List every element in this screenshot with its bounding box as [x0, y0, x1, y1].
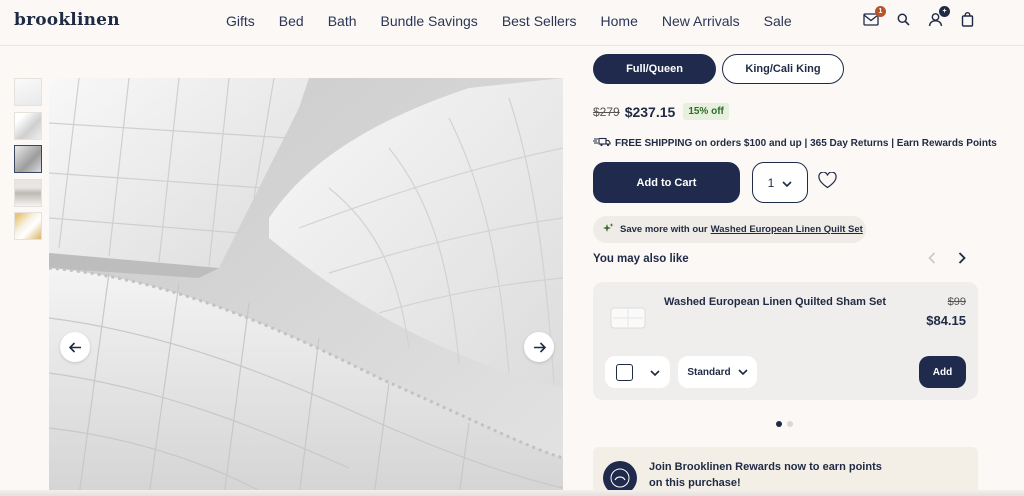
rewards-text[interactable]: Join Brooklinen Rewards now to earn poin… [649, 459, 889, 491]
carousel-dot[interactable] [787, 421, 793, 427]
sparkle-icon [603, 222, 614, 237]
nav-item-bath[interactable]: Bath [328, 13, 357, 29]
nav-item-new-arrivals[interactable]: New Arrivals [662, 13, 740, 29]
header-icons: 1 + [862, 6, 976, 28]
gallery-thumbnail[interactable] [14, 111, 42, 140]
gallery-thumbnail[interactable] [14, 212, 42, 240]
upsell-banner: Save more with our Washed European Linen… [593, 216, 866, 243]
rewards-banner: Join Brooklinen Rewards now to earn poin… [593, 447, 978, 496]
upsell-text: Save more with our [620, 224, 708, 235]
carousel-dots [776, 421, 793, 427]
nav-item-bed[interactable]: Bed [279, 13, 304, 29]
gallery-prev-button[interactable] [60, 332, 90, 362]
arrow-left-icon [68, 341, 82, 353]
carousel-next-button[interactable] [958, 251, 966, 269]
gallery-thumbnail[interactable] [14, 178, 42, 207]
recommendation-size-value: Standard [687, 366, 731, 378]
chevron-left-icon [928, 251, 936, 268]
add-to-cart-button[interactable]: Add to Cart [593, 162, 740, 203]
shipping-info: FREE SHIPPING on orders $100 and up | 36… [593, 137, 997, 150]
truck-icon [593, 137, 611, 150]
chevron-right-icon [958, 251, 966, 268]
recommendation-original-price: $99 [947, 296, 966, 308]
main-nav: Gifts Bed Bath Bundle Savings Best Selle… [226, 13, 816, 29]
mail-badge: 1 [875, 6, 886, 17]
site-header: brooklinen Gifts Bed Bath Bundle Savings… [0, 0, 1024, 46]
color-swatch [616, 363, 633, 381]
price-row: $279 $237.15 15% off [593, 103, 729, 120]
shipping-details: on orders $100 and up | 365 Day Returns … [692, 138, 997, 149]
recommendation-title[interactable]: Washed European Linen Quilted Sham Set [664, 296, 886, 308]
current-price: $237.15 [624, 103, 676, 120]
original-price: $279 [593, 104, 620, 119]
nav-item-gifts[interactable]: Gifts [226, 13, 255, 29]
page-bottom-divider [0, 490, 1024, 496]
recommendations-heading: You may also like [593, 253, 689, 265]
account-icon[interactable]: + [926, 6, 950, 28]
nav-item-sale[interactable]: Sale [764, 13, 792, 29]
gallery-thumbnails [14, 78, 43, 246]
carousel-dot-active[interactable] [776, 421, 782, 427]
recommendation-price: $84.15 [926, 313, 966, 328]
search-icon[interactable] [894, 10, 912, 28]
bag-icon[interactable] [958, 10, 976, 28]
chevron-down-icon [650, 363, 660, 381]
gallery-thumbnail[interactable] [14, 78, 42, 106]
quantity-select[interactable]: 1 [752, 162, 808, 203]
gallery-next-button[interactable] [524, 332, 554, 362]
recommendation-color-select[interactable] [605, 356, 670, 388]
carousel-prev-button[interactable] [928, 251, 936, 269]
mail-icon[interactable]: 1 [862, 6, 886, 28]
product-main-image [49, 78, 563, 496]
recommendation-add-button[interactable]: Add [919, 356, 966, 388]
recommendation-product-image[interactable] [607, 300, 649, 336]
nav-item-best-sellers[interactable]: Best Sellers [502, 13, 577, 29]
arrow-right-icon [533, 341, 546, 353]
recommendation-card: Washed European Linen Quilted Sham Set $… [593, 282, 978, 400]
chevron-down-icon [738, 367, 748, 378]
discount-badge: 15% off [683, 103, 729, 120]
size-option-full-queen[interactable]: Full/Queen [593, 54, 716, 84]
nav-item-home[interactable]: Home [601, 13, 638, 29]
quantity-value: 1 [767, 175, 775, 190]
free-shipping-label: FREE SHIPPING [615, 138, 693, 149]
size-option-king-cali-king[interactable]: King/Cali King [722, 54, 844, 84]
account-badge: + [939, 6, 950, 17]
nav-item-bundle-savings[interactable]: Bundle Savings [381, 13, 478, 29]
brand-logo[interactable]: brooklinen [14, 10, 120, 30]
wishlist-heart-icon[interactable] [818, 171, 837, 194]
recommendation-size-select[interactable]: Standard [678, 356, 757, 388]
gallery-thumbnail-active[interactable] [14, 145, 42, 173]
upsell-link[interactable]: Washed European Linen Quilt Set [711, 224, 863, 235]
chevron-down-icon [782, 176, 792, 190]
